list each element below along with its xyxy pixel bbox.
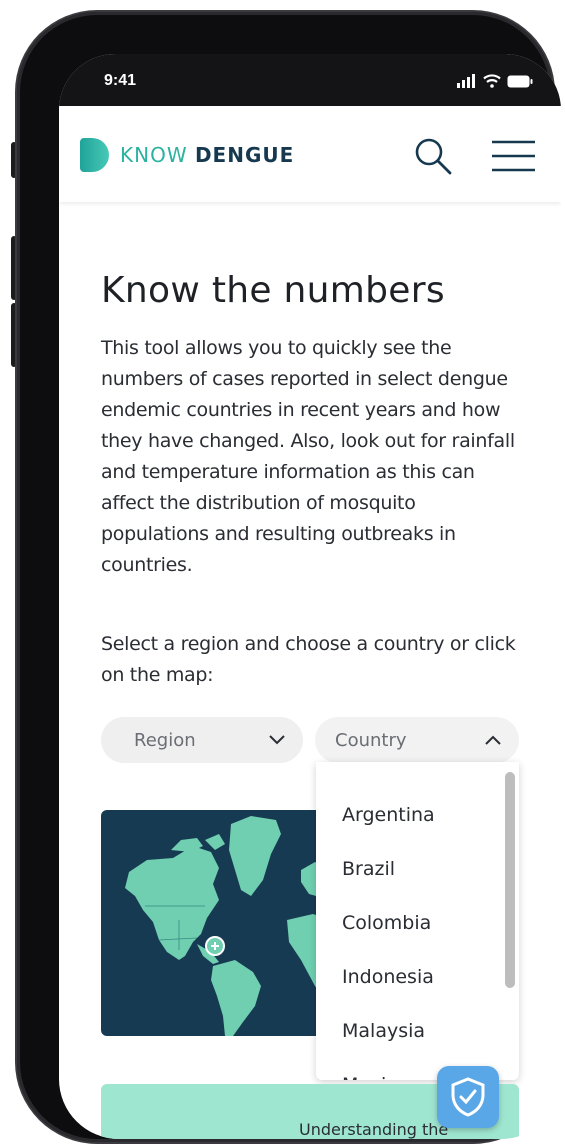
logo-know-text: KNOW (120, 143, 188, 167)
logo-dengue-text: DENGUE (194, 143, 295, 167)
site-header: KNOW DENGUE (59, 106, 561, 202)
battery-icon (507, 75, 533, 87)
shield-check-icon (451, 1077, 485, 1117)
hamburger-menu-icon (492, 140, 535, 172)
know-dengue-logo[interactable]: KNOW DENGUE (80, 138, 294, 172)
country-dropdown-label: Country (335, 729, 407, 751)
page-title: Know the numbers (101, 270, 445, 311)
status-icons (457, 74, 533, 88)
logo-mark-icon (80, 138, 109, 172)
country-option-argentina[interactable]: Argentina (316, 788, 506, 842)
world-map-graphic (125, 816, 347, 1036)
menu-button[interactable] (491, 140, 536, 172)
signal-icon (457, 74, 475, 88)
status-bar: 9:41 (59, 54, 561, 106)
search-button[interactable] (413, 136, 453, 176)
banner-text: Understanding the (299, 1120, 449, 1139)
country-dropdown[interactable]: Country (315, 717, 519, 763)
wifi-icon (483, 74, 501, 88)
country-options: Argentina Brazil Colombia Indonesia Mala… (316, 788, 506, 1080)
list-scrollbar[interactable] (505, 772, 515, 988)
phone-frame: 9:41 KNOW DENGUE Know the numbers This t… (17, 12, 561, 1142)
chevron-down-icon (269, 735, 285, 745)
chevron-up-icon (485, 735, 501, 745)
country-options-list[interactable]: Argentina Brazil Colombia Indonesia Mala… (316, 762, 519, 1080)
select-prompt: Select a region and choose a country or … (101, 633, 516, 686)
phone-screen: 9:41 KNOW DENGUE Know the numbers This t… (59, 54, 561, 1139)
country-option-colombia[interactable]: Colombia (316, 896, 506, 950)
region-dropdown-label: Region (134, 729, 196, 751)
search-icon (415, 138, 452, 175)
country-option-indonesia[interactable]: Indonesia (316, 950, 506, 1004)
country-option-malaysia[interactable]: Malaysia (316, 1004, 506, 1058)
intro-paragraph: This tool allows you to quickly see the … (101, 337, 515, 576)
country-option-brazil[interactable]: Brazil (316, 842, 506, 896)
world-map[interactable] (101, 810, 347, 1036)
status-time: 9:41 (104, 72, 137, 89)
region-dropdown[interactable]: Region (101, 717, 303, 763)
privacy-shield-button[interactable] (437, 1066, 499, 1128)
